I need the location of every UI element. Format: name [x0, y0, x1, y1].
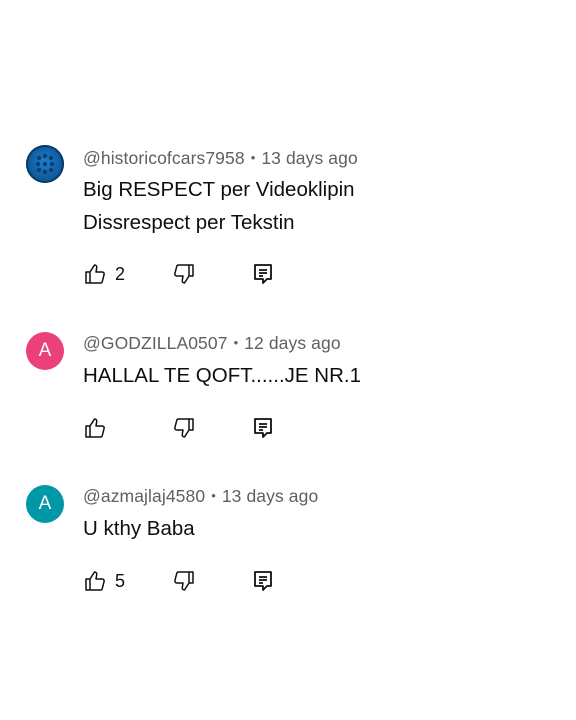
- avatar[interactable]: A: [26, 485, 64, 523]
- comment-text-line: HALLAL TE QOFT......JE NR.1: [83, 364, 361, 387]
- reply-button[interactable]: [251, 568, 275, 594]
- comment-actions: 2: [83, 261, 343, 287]
- reply-button[interactable]: [251, 415, 275, 441]
- thumbs-down-icon: [174, 418, 194, 438]
- meta-separator: •: [211, 488, 216, 503]
- meta-separator: •: [250, 150, 256, 165]
- like-button[interactable]: [83, 415, 107, 441]
- comment-timestamp[interactable]: 12 days ago: [244, 333, 340, 353]
- comment-author[interactable]: @azmajlaj4580: [83, 486, 205, 506]
- comment-actions: 5: [83, 568, 343, 594]
- avatar-image-icon: [35, 153, 55, 175]
- like-count: 5: [115, 570, 126, 591]
- thumbs-down-icon: [174, 571, 194, 591]
- avatar[interactable]: [26, 145, 64, 183]
- like-button[interactable]: 5: [83, 568, 125, 594]
- thumbs-up-icon: [85, 571, 105, 591]
- reply-button[interactable]: [251, 261, 275, 287]
- thumbs-up-icon: [85, 264, 105, 284]
- comment-text-line: Big RESPECT per Videoklipin: [83, 178, 355, 201]
- comment-text: U kthy Baba: [83, 512, 195, 545]
- reply-comment-icon: [254, 264, 272, 284]
- avatar-letter: A: [38, 493, 52, 514]
- comment-text-line: Dissrespect per Tekstin: [83, 211, 295, 234]
- like-count: 2: [115, 263, 126, 284]
- comment-text: Big RESPECT per Videoklipin Dissrespect …: [83, 173, 355, 239]
- avatar[interactable]: A: [26, 332, 64, 370]
- reply-comment-icon: [254, 418, 272, 438]
- reply-comment-icon: [254, 571, 272, 591]
- comment-meta: @azmajlaj4580 • 13 days ago: [83, 486, 318, 507]
- comment-text: HALLAL TE QOFT......JE NR.1: [83, 359, 361, 392]
- meta-separator: •: [233, 335, 239, 350]
- comment-meta: @historicofcars7958 • 13 days ago: [83, 148, 358, 169]
- comment-author[interactable]: @GODZILLA0507: [83, 333, 228, 353]
- comment-timestamp[interactable]: 13 days ago: [222, 486, 318, 506]
- dislike-button[interactable]: [172, 415, 196, 441]
- dislike-button[interactable]: [172, 568, 196, 594]
- avatar-letter: A: [38, 340, 52, 361]
- comment-author[interactable]: @historicofcars7958: [83, 148, 245, 168]
- comment-meta: @GODZILLA0507 • 12 days ago: [83, 333, 341, 354]
- comment-text-line: U kthy Baba: [83, 517, 195, 540]
- comment-timestamp[interactable]: 13 days ago: [261, 148, 357, 168]
- dislike-button[interactable]: [172, 261, 196, 287]
- comment-actions: [83, 415, 343, 441]
- thumbs-down-icon: [174, 264, 194, 284]
- like-button[interactable]: 2: [83, 261, 125, 287]
- thumbs-up-icon: [85, 418, 105, 438]
